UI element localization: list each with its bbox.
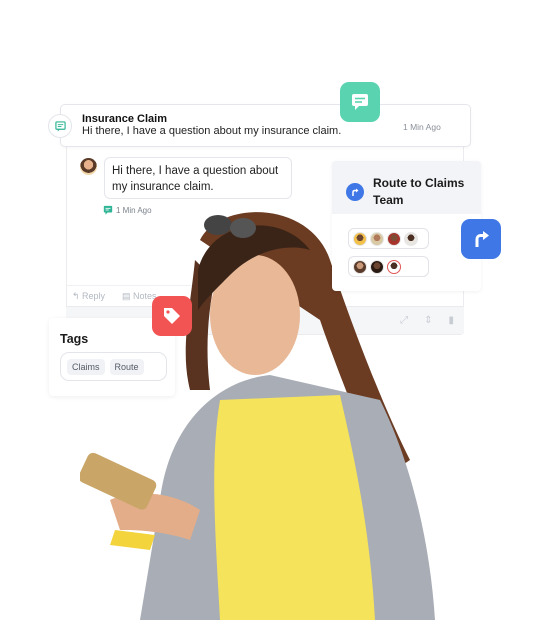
route-card-header: Route to Claims Team [332,161,481,214]
agent-avatar [353,259,367,274]
chat-message-icon [48,114,72,138]
agent-avatar [387,259,401,274]
route-arrow-icon [346,183,364,201]
agent-avatar [353,231,367,246]
route-title: Route to Claims Team [373,176,465,207]
tag-chip[interactable]: Claims [67,358,105,375]
conversation-preview: Hi there, I have a question about my ins… [82,125,342,137]
agent-group[interactable] [348,256,429,277]
conversation-time: 1 Min Ago [403,122,441,132]
chat-icon [340,82,380,122]
tag-icon [152,296,192,336]
message-bubble: Hi there, I have a question about my ins… [104,157,292,199]
conversation-title: Insurance Claim [82,113,167,125]
tag-chip[interactable]: Route [109,358,144,375]
agent-avatar [387,231,401,246]
route-arrow-icon [461,219,501,259]
tags-title: Tags [60,332,89,346]
tags-input[interactable]: Claims Route [60,352,167,381]
agent-avatar [404,231,418,246]
agent-avatar [370,259,384,274]
route-card[interactable]: Route to Claims Team [332,161,481,291]
agent-group[interactable] [348,228,429,249]
customer-avatar [80,158,97,175]
agent-avatar [370,231,384,246]
